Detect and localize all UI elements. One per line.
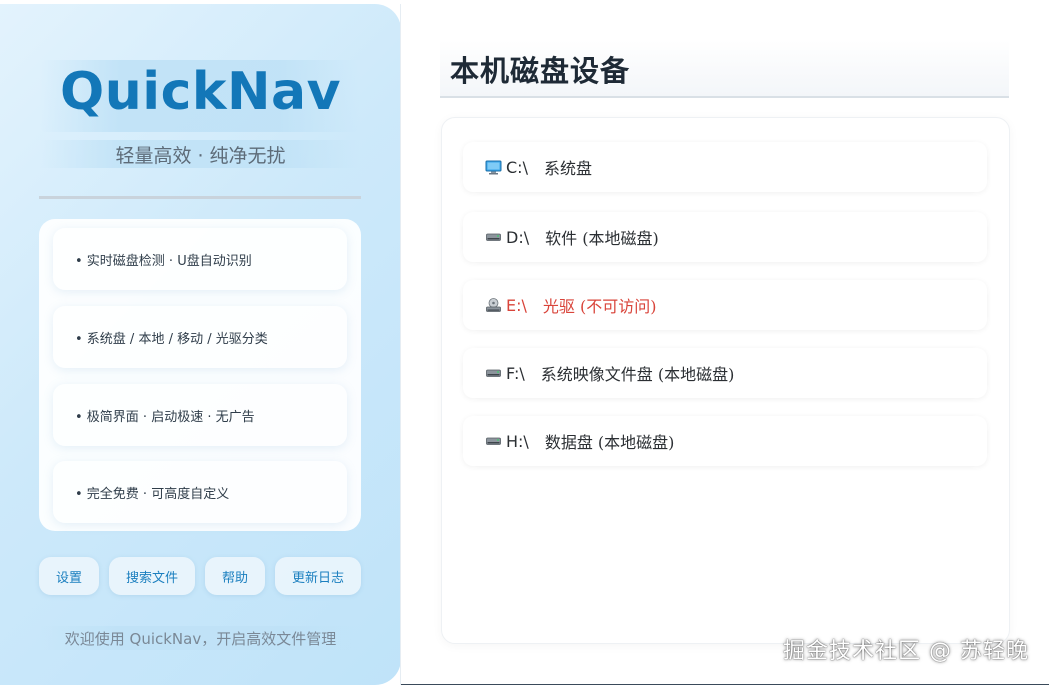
- disk-letter: H:\: [506, 431, 529, 451]
- disk-label: 数据盘 (本地磁盘): [544, 433, 675, 452]
- feature-card: • 实时磁盘检测 · U盘自动识别 • 系统盘 / 本地 / 移动 / 光驱分类…: [39, 219, 361, 531]
- monitor-icon: [485, 159, 502, 176]
- feature-item-minimal-ui: • 极简界面 · 启动极速 · 无广告: [53, 384, 347, 446]
- drive-icon: [485, 433, 502, 450]
- feature-item-free: • 完全免费 · 可高度自定义: [53, 461, 347, 523]
- watermark: 掘金技术社区 @ 苏轻晚: [783, 639, 1029, 664]
- sidebar-divider: [39, 196, 361, 199]
- welcome-message: 欢迎使用 QuickNav，开启高效文件管理: [64, 630, 337, 648]
- optical-drive-icon: [485, 297, 502, 314]
- disk-item-c[interactable]: C:\ 系统盘: [463, 142, 987, 192]
- disk-item-h[interactable]: H:\ 数据盘 (本地磁盘): [463, 416, 987, 466]
- drive-icon: [485, 229, 502, 246]
- feature-item-disk-detection: • 实时磁盘检测 · U盘自动识别: [53, 228, 347, 290]
- disk-letter: F:\: [506, 363, 525, 383]
- page-title: 本机磁盘设备: [450, 54, 631, 88]
- disk-letter: D:\: [506, 227, 530, 247]
- disk-label: 系统映像文件盘 (本地磁盘): [540, 365, 735, 384]
- disk-label: 系统盘: [543, 159, 592, 178]
- app-brand-title: QuickNav: [60, 62, 341, 122]
- app-tagline: 轻量高效 · 纯净无扰: [115, 145, 286, 167]
- disk-label: 软件 (本地磁盘): [545, 229, 659, 248]
- help-button[interactable]: 帮助: [205, 557, 265, 595]
- disk-item-e[interactable]: E:\ 光驱 (不可访问): [463, 280, 987, 330]
- sidebar: QuickNav 轻量高效 · 纯净无扰 • 实时磁盘检测 · U盘自动识别 •…: [0, 4, 401, 685]
- changelog-button[interactable]: 更新日志: [275, 557, 361, 595]
- drive-icon: [485, 365, 502, 382]
- disk-item-f[interactable]: F:\ 系统映像文件盘 (本地磁盘): [463, 348, 987, 398]
- disk-item-d[interactable]: D:\ 软件 (本地磁盘): [463, 212, 987, 262]
- sidebar-edge: [400, 4, 401, 685]
- disk-letter: C:\: [506, 157, 528, 177]
- feature-item-classification: • 系统盘 / 本地 / 移动 / 光驱分类: [53, 306, 347, 368]
- settings-button[interactable]: 设置: [39, 557, 99, 595]
- disk-label: 光驱 (不可访问): [542, 297, 657, 316]
- disk-letter: E:\: [506, 295, 527, 315]
- search-files-button[interactable]: 搜索文件: [109, 557, 195, 595]
- disk-list-panel: C:\ 系统盘 D:\ 软件 (本地磁盘) E:\ 光驱 (不可访问) F:\ …: [441, 117, 1010, 644]
